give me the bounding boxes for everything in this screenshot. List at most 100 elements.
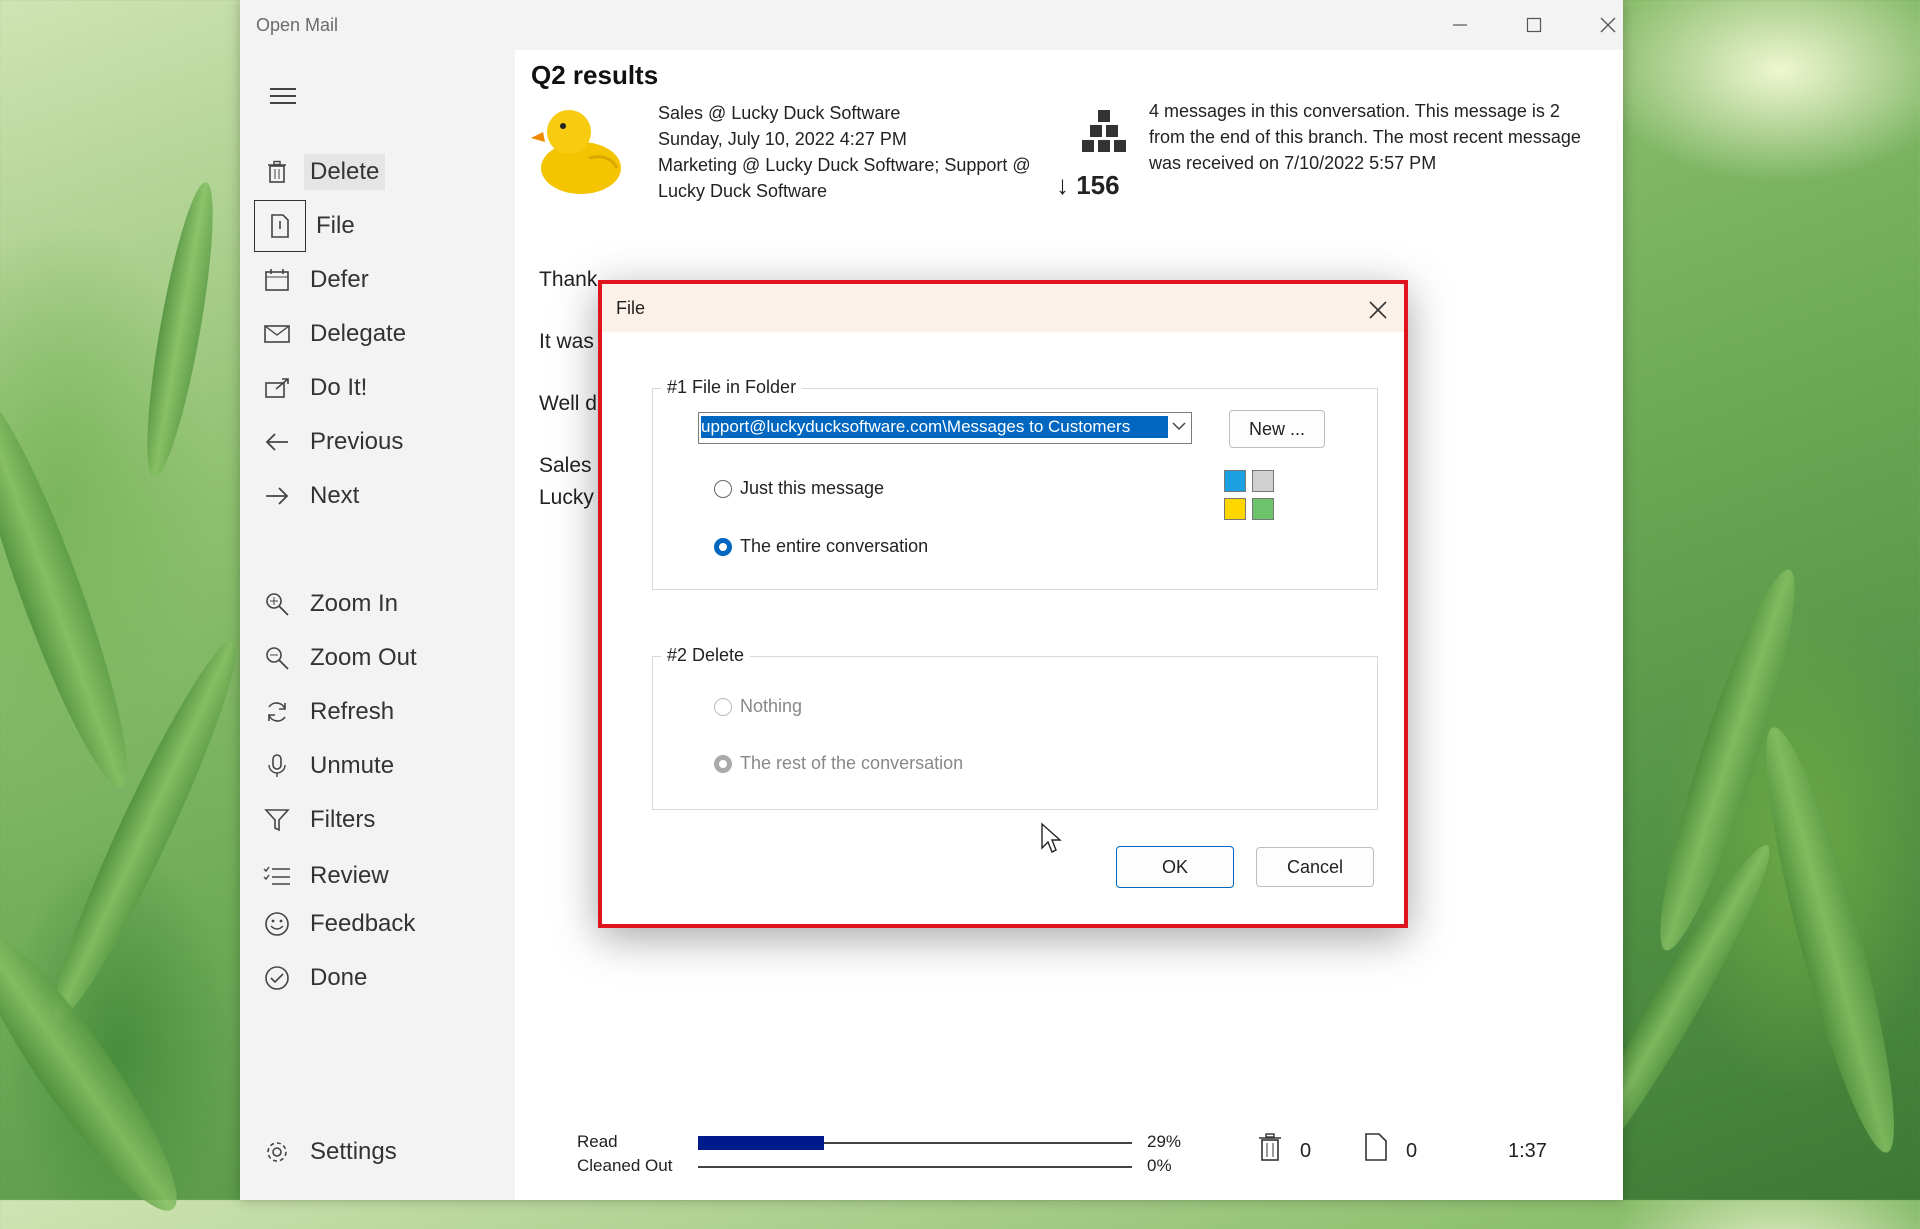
zoom-out-icon [260, 641, 294, 675]
sidebar-item-settings[interactable]: Settings [260, 1130, 403, 1174]
calendar-icon [260, 263, 294, 297]
sidebar-item-label: Zoom In [310, 590, 399, 617]
app-title: Open Mail [256, 15, 339, 35]
dialog-title: File [616, 298, 646, 318]
sidebar-item-done[interactable]: Done [260, 956, 373, 1000]
file-dialog: File #1 File in Folder upport@luckyducks… [598, 280, 1408, 928]
ok-button[interactable]: OK [1116, 846, 1234, 888]
envelope-forward-icon [260, 317, 294, 351]
sidebar-item-next[interactable]: Next [260, 474, 365, 518]
sidebar-item-unmute[interactable]: Unmute [260, 744, 400, 788]
zoom-in-icon [260, 587, 294, 621]
sidebar-item-label: Refresh [310, 698, 395, 725]
sidebar-item-label: Delete [304, 154, 386, 190]
mouse-cursor-icon [1041, 822, 1062, 853]
folder-value: upport@luckyducksoftware.com\Messages to… [701, 416, 1168, 438]
message-body-line: Sales [539, 454, 592, 477]
sidebar-item-refresh[interactable]: Refresh [260, 690, 400, 734]
sidebar-item-label: Review [310, 862, 389, 889]
radio-just-this-message[interactable]: Just this message [714, 478, 884, 499]
folder-color-tiles-icon [1224, 470, 1278, 524]
chevron-down-icon[interactable] [1171, 415, 1187, 437]
sidebar-item-label: Delegate [310, 320, 407, 347]
message-body-line: Thank [539, 268, 598, 291]
sidebar-item-label: Done [310, 964, 368, 991]
group-legend: #1 File in Folder [661, 377, 803, 398]
message-body-line: Lucky [539, 486, 594, 509]
new-folder-button[interactable]: New ... [1229, 410, 1325, 448]
minimize-icon [1453, 24, 1467, 26]
radio-indicator [714, 479, 732, 498]
radio-indicator [714, 697, 732, 716]
sidebar-item-label: Next [310, 482, 360, 509]
sidebar-item-label: Previous [310, 428, 404, 455]
radio-label: The entire conversation [740, 536, 929, 556]
sidebar-item-zoom-out[interactable]: Zoom Out [260, 636, 423, 680]
refresh-icon [260, 695, 294, 729]
sidebar-item-file[interactable]: File [254, 200, 361, 252]
sidebar-item-delete[interactable]: Delete [260, 150, 386, 194]
radio-label: Nothing [740, 696, 803, 716]
sidebar-item-filters[interactable]: Filters [260, 798, 381, 842]
trash-icon [260, 155, 294, 189]
sidebar-item-delegate[interactable]: Delegate [260, 312, 412, 356]
conversation-info: 4 messages in this conversation. This me… [1149, 101, 1581, 173]
dialog-close-button[interactable] [1368, 292, 1388, 327]
cleaned-percent: 0% [1147, 1156, 1172, 1175]
sidebar-item-label: Settings [310, 1138, 397, 1165]
sidebar-item-label: Feedback [310, 910, 416, 937]
deleted-count: 0 [1300, 1140, 1312, 1162]
sidebar-item-previous[interactable]: Previous [260, 420, 409, 464]
status-bar: Read Cleaned Out 29% 0% 0 0 1:37 [515, 1130, 1623, 1200]
review-list-icon [260, 859, 294, 893]
sidebar-item-label: Zoom Out [310, 644, 417, 671]
do-it-icon [260, 371, 294, 405]
folder-combobox[interactable]: upport@luckyducksoftware.com\Messages to… [698, 412, 1192, 444]
dialog-title-bar: File [602, 284, 1404, 332]
check-circle-icon [260, 961, 294, 995]
file-icon [254, 200, 306, 252]
filter-icon [260, 803, 294, 837]
message-count: ↓ 156 [1056, 170, 1120, 200]
sidebar-item-defer[interactable]: Defer [260, 258, 375, 302]
message-body-line: Well d [539, 392, 597, 415]
message-subject: Q2 results [531, 60, 659, 90]
message-from: Sales @ Lucky Duck Software [658, 103, 901, 123]
read-progress-fill [698, 1136, 824, 1150]
maximize-button[interactable] [1512, 8, 1556, 42]
filed-count: 0 [1406, 1140, 1418, 1162]
duck-avatar [531, 110, 621, 194]
group-legend: #2 Delete [661, 645, 751, 666]
message-body-line: It was [539, 330, 594, 353]
message-date: Sunday, July 10, 2022 4:27 PM [658, 129, 907, 149]
hamburger-menu-icon[interactable] [270, 88, 296, 109]
smiley-icon [260, 907, 294, 941]
cancel-button[interactable]: Cancel [1256, 847, 1374, 887]
cleaned-progress-bar [698, 1166, 1132, 1168]
filed-file-icon [1365, 1133, 1387, 1161]
sidebar-item-review[interactable]: Review [260, 854, 395, 898]
sidebar: Delete File Defer Delegate Do It! Previo… [240, 50, 515, 1200]
deleted-trash-icon [1259, 1133, 1281, 1161]
maximize-icon [1526, 17, 1542, 33]
close-icon [1600, 17, 1616, 33]
arrow-left-icon [260, 425, 294, 459]
sidebar-item-feedback[interactable]: Feedback [260, 902, 421, 946]
read-percent: 29% [1147, 1132, 1182, 1151]
delete-group: #2 Delete [652, 645, 1378, 810]
radio-rest-of-conversation[interactable]: The rest of the conversation [714, 753, 963, 774]
close-icon [1369, 301, 1387, 319]
elapsed-time: 1:37 [1508, 1140, 1547, 1162]
sidebar-item-label: File [316, 212, 355, 239]
title-bar: Open Mail [240, 0, 1623, 50]
minimize-button[interactable] [1438, 8, 1482, 42]
conversation-tree-icon [1082, 110, 1126, 152]
sidebar-item-label: Do It! [310, 374, 368, 401]
radio-nothing[interactable]: Nothing [714, 696, 802, 717]
sidebar-item-zoom-in[interactable]: Zoom In [260, 582, 404, 626]
sidebar-item-label: Filters [310, 806, 376, 833]
radio-entire-conversation[interactable]: The entire conversation [714, 536, 928, 557]
message-header-info: Sales @ Lucky Duck Software Sunday, July… [658, 100, 1078, 204]
sidebar-item-do-it[interactable]: Do It! [260, 366, 373, 410]
close-button[interactable] [1586, 8, 1630, 42]
